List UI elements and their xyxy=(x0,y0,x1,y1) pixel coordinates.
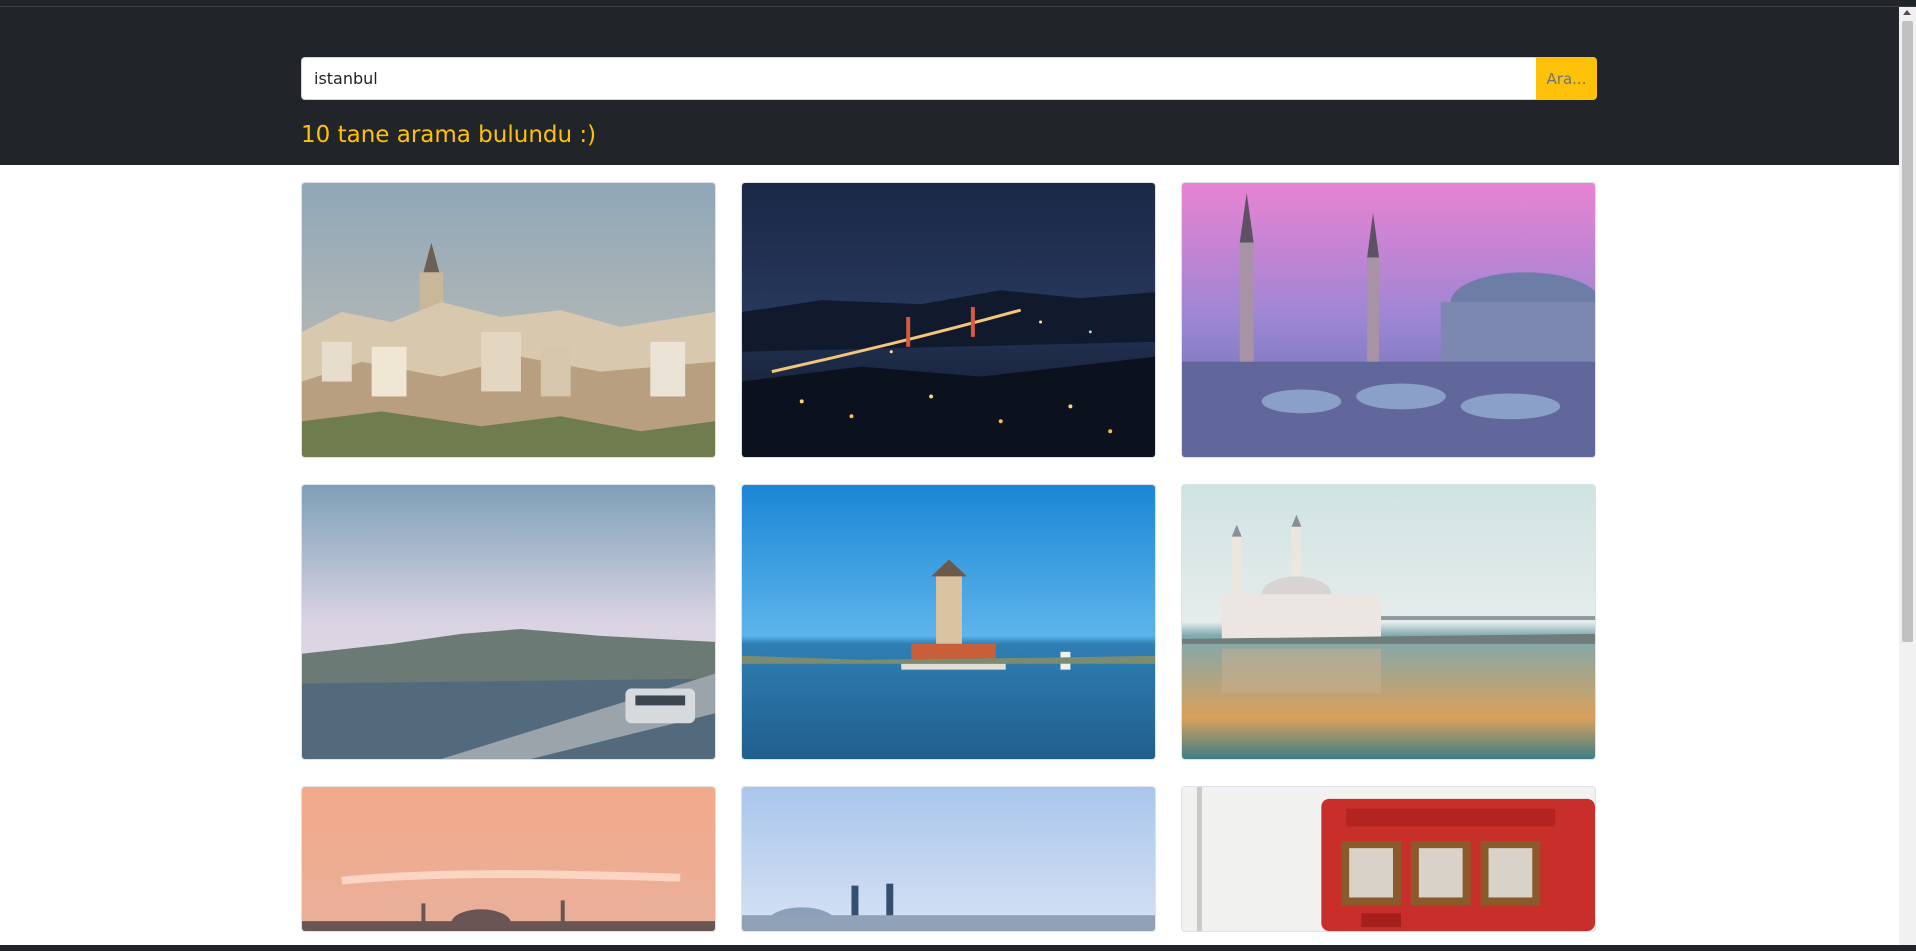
scroll-up-icon[interactable] xyxy=(1903,10,1911,15)
window-top-edge xyxy=(0,0,1916,7)
photo-card-mosque-waterfront[interactable] xyxy=(741,786,1156,932)
maidens-tower-photo xyxy=(742,485,1155,759)
scrollbar-thumb[interactable] xyxy=(1902,21,1913,642)
photo-card-galata-tower[interactable] xyxy=(301,182,716,458)
photo-card-maidens-tower[interactable] xyxy=(741,484,1156,760)
window-bottom-edge xyxy=(0,945,1916,951)
result-count: 10 tane arama bulundu :) xyxy=(301,122,597,148)
photo-card-taksim-tram[interactable] xyxy=(1181,786,1596,932)
search-form: Ara... xyxy=(301,57,1597,100)
search-input[interactable] xyxy=(301,57,1536,100)
golden-horn-photo xyxy=(302,485,715,759)
sunset-skyline-photo xyxy=(302,787,715,931)
photo-card-bosphorus-night[interactable] xyxy=(741,182,1156,458)
search-button[interactable]: Ara... xyxy=(1536,57,1597,100)
photo-card-golden-horn-metro[interactable] xyxy=(301,484,716,760)
bosphorus-night-photo xyxy=(742,183,1155,457)
photo-card-blue-mosque[interactable] xyxy=(1181,182,1596,458)
photo-card-sunset-skyline[interactable] xyxy=(301,786,716,932)
taksim-tram-photo xyxy=(1182,787,1595,931)
galata-tower-photo xyxy=(302,183,715,457)
photo-card-ortakoy-mosque[interactable] xyxy=(1181,484,1596,760)
ortakoy-mosque-photo xyxy=(1182,485,1595,759)
mosque-waterfront-photo xyxy=(742,787,1155,931)
blue-mosque-photo xyxy=(1182,183,1595,457)
search-header: Ara... 10 tane arama bulundu :) xyxy=(0,7,1900,165)
page-scrollbar[interactable] xyxy=(1899,7,1916,945)
